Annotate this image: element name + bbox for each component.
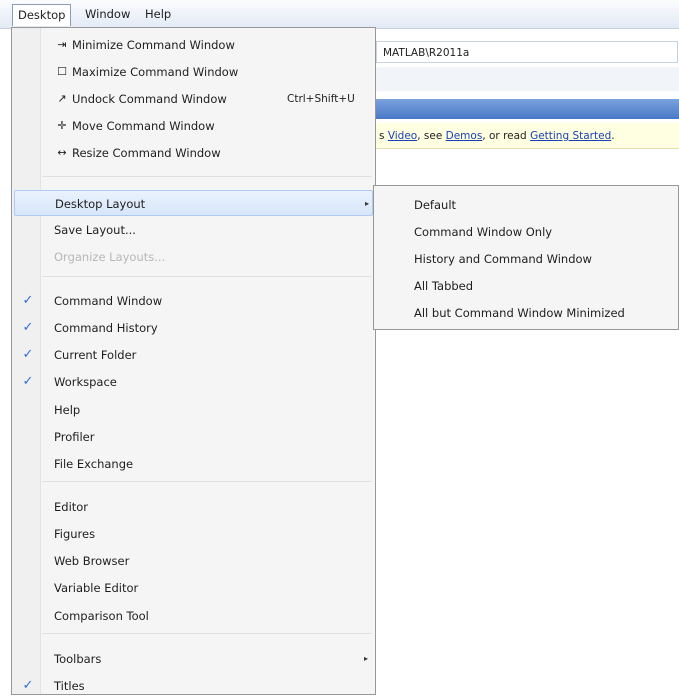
- desktop-menu: ⇥ Minimize Command Window ☐ Maximize Comman…: [11, 27, 376, 695]
- menu-item-label: Variable Editor: [54, 581, 139, 595]
- checkmark-icon: ✓: [22, 374, 34, 389]
- menu-item-label: Resize Command Window: [72, 146, 221, 160]
- menu-separator: [42, 276, 372, 277]
- layout-option-history-and-command-window[interactable]: History and Command Window: [414, 246, 592, 272]
- menu-item-command-history[interactable]: ✓ Command History: [14, 315, 373, 341]
- menu-item-label: Profiler: [54, 430, 95, 444]
- checkmark-icon: ✓: [22, 293, 34, 308]
- getting-started-link[interactable]: Getting Started: [530, 130, 611, 142]
- menu-item-label: Command Window: [54, 294, 163, 308]
- menu-separator: [42, 176, 372, 177]
- menu-item-label: Web Browser: [54, 554, 130, 568]
- menu-item-label: Move Command Window: [72, 119, 215, 133]
- menu-item-label: Current Folder: [54, 348, 137, 362]
- menu-item-organize-layouts: Organize Layouts...: [14, 244, 373, 270]
- menu-separator: [42, 481, 372, 482]
- demos-link[interactable]: Demos: [446, 130, 483, 142]
- toolbar-strip: [376, 67, 679, 91]
- notice-text: s: [379, 130, 388, 142]
- submenu-arrow-icon: ▸: [364, 654, 369, 663]
- layout-option-command-window-only[interactable]: Command Window Only: [414, 219, 552, 245]
- resize-icon: ↔: [57, 146, 67, 159]
- notice-text: .: [611, 130, 615, 142]
- menu-item-label: File Exchange: [54, 457, 134, 471]
- shortcut-label: Ctrl+Shift+U: [287, 93, 355, 105]
- menu-item-label: Workspace: [54, 375, 117, 389]
- submenu-arrow-icon: ▸: [365, 199, 370, 208]
- menu-item-save-layout[interactable]: Save Layout...: [14, 217, 373, 243]
- menu-item-label: Titles: [54, 679, 85, 693]
- menu-item-label: Comparison Tool: [54, 609, 149, 623]
- menu-item-variable-editor[interactable]: Variable Editor: [14, 575, 373, 601]
- notice-text: , or read: [482, 130, 531, 142]
- menu-bar: Desktop Window Help: [0, 0, 679, 29]
- menu-item-editor[interactable]: Editor: [14, 494, 373, 520]
- desktop-layout-submenu: Default Command Window Only History and Co…: [373, 185, 679, 330]
- menu-item-label: Command History: [54, 321, 158, 335]
- layout-option-all-but-command-window-minimized[interactable]: All but Command Window Minimized: [414, 300, 625, 326]
- checkmark-icon: ✓: [22, 678, 34, 693]
- menu-item-label: Help: [54, 403, 81, 417]
- menu-item-titles[interactable]: ✓ Titles: [14, 673, 373, 699]
- menu-item-maximize-command-window[interactable]: ☐ Maximize Command Window: [14, 59, 373, 85]
- menu-item-label: Save Layout...: [54, 223, 136, 237]
- command-window-titlebar: [376, 99, 679, 119]
- move-icon: ✛: [57, 119, 67, 132]
- menu-item-workspace[interactable]: ✓ Workspace: [14, 369, 373, 395]
- menu-item-toolbars[interactable]: Toolbars ▸: [14, 646, 373, 672]
- maximize-icon: ☐: [57, 65, 67, 78]
- menu-item-resize-command-window[interactable]: ↔ Resize Command Window: [14, 140, 373, 166]
- getting-started-notice: s Video, see Demos, or read Getting Star…: [376, 123, 679, 149]
- menu-item-label: Figures: [54, 527, 96, 541]
- layout-option-all-tabbed[interactable]: All Tabbed: [414, 273, 473, 299]
- menu-item-label: Maximize Command Window: [72, 65, 239, 79]
- menu-separator: [42, 633, 372, 634]
- notice-text: , see: [417, 130, 446, 142]
- menu-item-label: Toolbars: [54, 652, 102, 666]
- menu-item-command-window[interactable]: ✓ Command Window: [14, 288, 373, 314]
- menu-item-help[interactable]: Help: [14, 397, 373, 423]
- menu-help[interactable]: Help: [140, 5, 176, 23]
- current-folder-path[interactable]: MATLAB\R2011a: [376, 41, 678, 63]
- menu-item-move-command-window[interactable]: ✛ Move Command Window: [14, 113, 373, 139]
- layout-option-default[interactable]: Default: [414, 192, 456, 218]
- checkmark-icon: ✓: [22, 320, 34, 335]
- video-link[interactable]: Video: [388, 130, 417, 142]
- menu-item-label: Organize Layouts...: [54, 250, 166, 264]
- menu-item-label: Undock Command Window: [72, 92, 227, 106]
- menu-item-figures[interactable]: Figures: [14, 521, 373, 547]
- menu-item-label: Desktop Layout: [55, 197, 146, 211]
- menu-item-comparison-tool[interactable]: Comparison Tool: [14, 603, 373, 629]
- menu-item-current-folder[interactable]: ✓ Current Folder: [14, 342, 373, 368]
- menu-item-desktop-layout[interactable]: Desktop Layout ▸: [14, 190, 373, 216]
- menu-item-minimize-command-window[interactable]: ⇥ Minimize Command Window: [14, 32, 373, 58]
- menu-desktop[interactable]: Desktop: [12, 4, 72, 26]
- menu-window[interactable]: Window: [80, 5, 135, 23]
- undock-icon: ↗: [57, 92, 67, 105]
- menu-item-web-browser[interactable]: Web Browser: [14, 548, 373, 574]
- menu-item-file-exchange[interactable]: File Exchange: [14, 451, 373, 477]
- menu-item-undock-command-window[interactable]: ↗ Undock Command Window Ctrl+Shift+U: [14, 86, 373, 112]
- menu-item-profiler[interactable]: Profiler: [14, 424, 373, 450]
- menu-item-label: Minimize Command Window: [72, 38, 235, 52]
- checkmark-icon: ✓: [22, 347, 34, 362]
- menu-item-label: Editor: [54, 500, 89, 514]
- minimize-icon: ⇥: [57, 38, 67, 51]
